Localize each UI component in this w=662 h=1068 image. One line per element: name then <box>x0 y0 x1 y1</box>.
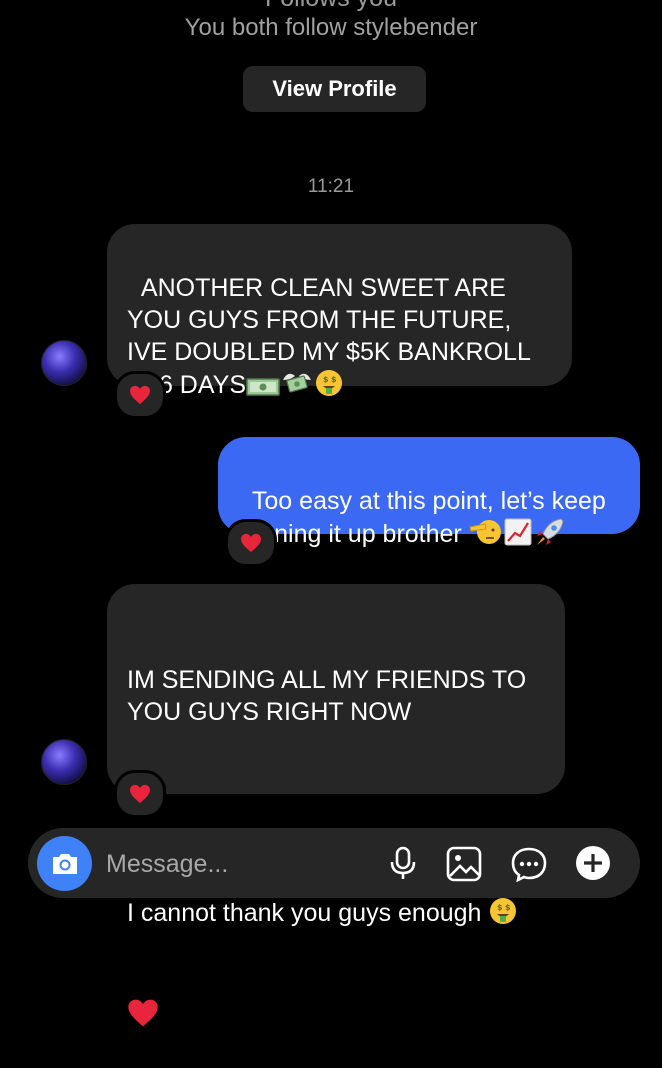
incoming-message-bubble[interactable]: ANOTHER CLEAN SWEET ARE YOU GUYS FROM TH… <box>107 224 572 399</box>
view-profile-button[interactable]: View Profile <box>243 66 426 112</box>
plus-icon <box>576 846 610 880</box>
camera-icon <box>52 853 77 874</box>
money-mouth-face-icon: $ $ <box>314 368 344 406</box>
camera-button[interactable] <box>37 836 92 891</box>
gallery-button[interactable] <box>444 844 484 884</box>
red-heart-icon <box>130 784 150 804</box>
sender-avatar[interactable] <box>41 739 87 785</box>
saluting-face-icon <box>469 517 503 555</box>
money-with-wings-icon <box>280 368 314 406</box>
mutual-follow-text: You both follow stylebender <box>184 14 478 41</box>
microphone-icon <box>390 846 416 879</box>
svg-text:$: $ <box>331 375 337 384</box>
reaction-badge[interactable] <box>225 519 277 567</box>
sticker-button[interactable] <box>509 844 549 884</box>
svg-text:$: $ <box>323 375 329 384</box>
gallery-icon <box>446 846 482 882</box>
add-button[interactable] <box>573 843 613 883</box>
chart-increasing-icon <box>503 517 533 555</box>
money-bills-icon <box>246 374 280 406</box>
svg-text:$: $ <box>497 903 503 912</box>
red-heart-icon <box>130 385 150 405</box>
message-input[interactable] <box>106 844 366 884</box>
sticker-icon <box>511 847 547 882</box>
message-timestamp: 11:21 <box>307 176 355 197</box>
message-text: IM SENDING ALL MY FRIENDS TO YOU GUYS RI… <box>127 666 533 726</box>
follows-you-text: Follows you <box>0 0 662 13</box>
microphone-button[interactable] <box>383 844 423 884</box>
incoming-message-bubble[interactable]: IM SENDING ALL MY FRIENDS TO YOU GUYS RI… <box>107 584 565 1027</box>
outgoing-message-bubble[interactable]: Too easy at this point, let’s keep runni… <box>218 437 640 548</box>
rocket-icon <box>533 517 565 555</box>
svg-text:$: $ <box>505 903 511 912</box>
reaction-badge[interactable] <box>114 770 166 818</box>
red-heart-icon <box>127 998 159 1036</box>
sender-avatar[interactable] <box>41 340 87 386</box>
money-mouth-face-icon: $ $ <box>488 896 518 934</box>
red-heart-icon <box>241 533 261 553</box>
message-text: I cannot thank you guys enough <box>127 899 482 927</box>
reaction-badge[interactable] <box>114 371 166 419</box>
